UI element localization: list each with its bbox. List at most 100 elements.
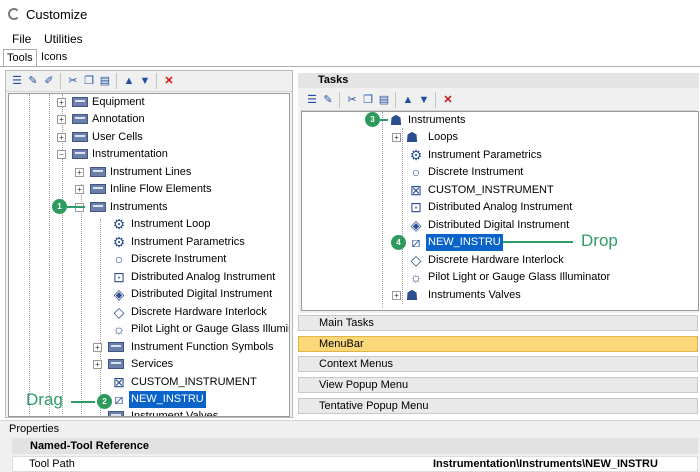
new-toolbox-icon[interactable]: ☰ [10,74,24,88]
property-group-named-tool-reference[interactable]: Named-Tool Reference [12,438,698,454]
pilot-light-icon: ☼ [112,321,126,337]
toolbar-separator [116,73,117,89]
move-down-icon[interactable]: ▼ [138,74,152,88]
edit-icon[interactable]: ✎ [321,93,335,107]
edit-icon[interactable]: ✐ [42,74,56,88]
circle-icon: ○ [411,164,421,180]
expand-icon[interactable]: + [93,360,102,369]
expand-icon[interactable]: + [392,133,401,142]
expand-icon[interactable]: + [392,291,401,300]
expand-icon[interactable]: + [75,185,84,194]
tasks-pane: Tasks ☰ ✎ ✂ ❐ ▤ ▲ ▼ ✕ ☗ Instruments + ☗ … [298,73,699,313]
step-badge-4: 4 [391,235,406,250]
property-name: Tool Path [29,458,75,470]
property-value: Instrumentation\Instruments\NEW_INSTRU [433,458,658,470]
tasks-toolbar: ☰ ✎ ✂ ❐ ▤ ▲ ▼ ✕ [301,90,697,111]
x-box-icon: ⊠ [113,374,125,390]
toolbox-icon [108,359,124,369]
expand-icon[interactable]: + [93,343,102,352]
toolbox-icon [72,97,88,107]
move-up-icon[interactable]: ▲ [401,93,415,107]
paste-icon[interactable]: ▤ [377,93,391,107]
property-row-tool-path[interactable]: Tool Path Instrumentation\Instruments\NE… [12,456,698,472]
circle-icon: ○ [114,251,124,267]
square-circle-icon: ⊡ [410,199,422,215]
step-badge-2: 2 [97,394,112,409]
new-tool-icon[interactable]: ✎ [26,74,40,88]
toolbar-separator [60,73,61,89]
toolbox-icon [108,342,124,352]
move-up-icon[interactable]: ▲ [122,74,136,88]
paste-icon[interactable]: ▤ [98,74,112,88]
task-folder-icon: ☗ [405,287,419,303]
step-badge-3: 3 [365,112,380,127]
x-box-icon: ⊠ [410,182,422,198]
menu-bar: File Utilities [0,30,700,48]
toolbox-icon [90,202,106,212]
square-circle-icon: ⊡ [113,269,125,285]
toolbox-icon [72,132,88,142]
toolbar-separator [339,92,340,108]
expand-icon[interactable]: + [75,168,84,177]
section-menubar[interactable]: MenuBar [298,336,698,352]
toolbox-icon [108,411,124,416]
drag-arrow [71,401,95,403]
properties-panel: Properties Named-Tool Reference Tool Pat… [0,420,700,472]
expand-icon[interactable]: + [57,98,66,107]
cut-icon[interactable]: ✂ [345,93,359,107]
tools-pane: ☰ ✎ ✐ ✂ ❐ ▤ ▲ ▼ ✕ + Equipment + Annotati… [5,70,293,418]
instrument-loop-icon: ⚙ [112,216,126,232]
square-circle-icon: ◈ [113,286,125,302]
diamond-icon: ◇ [113,304,125,320]
new-task-icon[interactable]: ☰ [305,93,319,107]
arrow-line [67,206,85,208]
collapse-icon[interactable]: − [57,150,66,159]
toolbox-icon [90,167,106,177]
tab-tools[interactable]: Tools [3,49,37,66]
toolbox-icon [72,114,88,124]
tab-icons[interactable]: Icons [38,49,70,65]
drop-label: Drop [581,231,618,250]
slash-box-icon: ⧄ [411,234,421,250]
copy-icon[interactable]: ❐ [361,93,375,107]
tasks-header: Tasks [298,73,699,88]
task-folder-icon: ☗ [405,129,419,145]
app-icon [8,8,20,20]
tools-toolbar: ☰ ✎ ✐ ✂ ❐ ▤ ▲ ▼ ✕ [6,71,292,92]
section-main-tasks[interactable]: Main Tasks [298,315,698,331]
toolbar-separator [156,73,157,89]
square-circle-icon: ◈ [410,217,422,233]
tasks-tree: ☗ Instruments + ☗ Loops ⚙ Instrument Par… [301,111,699,311]
title-bar: Customize [0,0,700,30]
delete-icon[interactable]: ✕ [441,93,455,107]
move-down-icon[interactable]: ▼ [417,93,431,107]
section-tentative-popup-menu[interactable]: Tentative Popup Menu [298,398,698,414]
arrow-line [380,119,388,121]
section-view-popup-menu[interactable]: View Popup Menu [298,377,698,393]
toolbox-icon [90,184,106,194]
drop-arrow [503,241,573,243]
cut-icon[interactable]: ✂ [66,74,80,88]
section-context-menus[interactable]: Context Menus [298,356,698,372]
toolbox-icon [72,149,88,159]
step-badge-1: 1 [52,199,67,214]
drag-label: Drag [26,390,63,409]
task-folder-icon: ☗ [389,112,403,128]
instrument-parametrics-icon: ⚙ [409,147,423,163]
instrument-parametrics-icon: ⚙ [112,234,126,250]
expand-icon[interactable]: + [57,133,66,142]
menu-file[interactable]: File [12,32,31,46]
slash-box-icon: ⧄ [114,391,124,407]
pilot-light-icon: ☼ [409,269,423,285]
properties-title: Properties [9,423,60,435]
copy-icon[interactable]: ❐ [82,74,96,88]
toolbar-separator [395,92,396,108]
tools-tree: + Equipment + Annotation + User Cells − … [8,93,290,417]
expand-icon[interactable]: + [57,115,66,124]
diamond-icon: ◇ [410,252,422,268]
delete-icon[interactable]: ✕ [162,74,176,88]
menu-utilities[interactable]: Utilities [44,32,83,46]
window-title: Customize [26,7,88,22]
toolbar-separator [435,92,436,108]
tab-strip: Tools Icons [0,48,700,67]
